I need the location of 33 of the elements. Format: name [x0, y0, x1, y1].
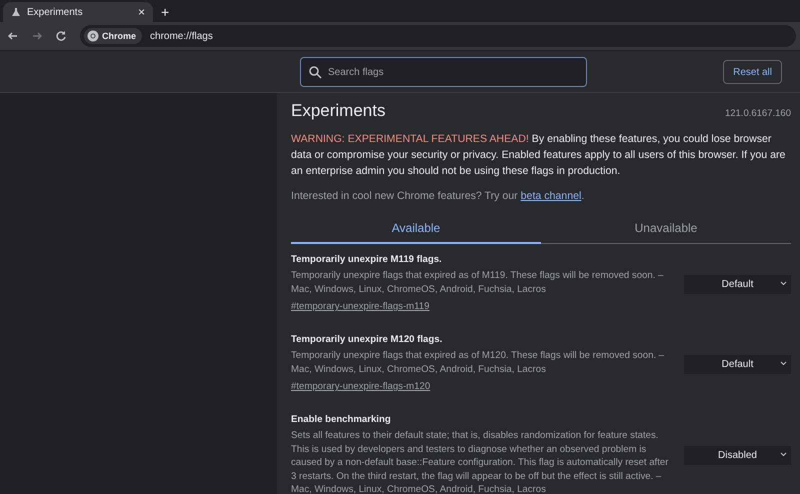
new-tab-button[interactable]: +: [161, 5, 170, 19]
flag-description: Sets all features to their default state; that is, disables randomization for feature states. This is used by developers and testers to diagnose whether an observed problem is caused by a non-default base::Feature configuration. This flag is automatically reset after 3 restarts. On the third restart, the flag will appear to be off but the effect is still active. – Mac, Windows, Linux, ChromeOS, Android, Fuchsia, Lacros: [291, 429, 670, 494]
flask-icon: [11, 7, 21, 17]
close-tab-button[interactable]: ×: [138, 6, 145, 18]
flag-name: Enable benchmarking: [291, 414, 392, 425]
url-text: chrome://flags: [150, 30, 213, 42]
page-title: Experiments: [291, 101, 386, 121]
flag-name: Temporarily unexpire M120 flags.: [291, 334, 444, 345]
chevron-down-icon: [780, 452, 787, 457]
flags-tab[interactable]: Available: [291, 215, 541, 244]
flag-link[interactable]: #temporary-unexpire-flags-m120: [291, 381, 430, 392]
site-chip[interactable]: Chrome: [84, 28, 142, 44]
tab-title: Experiments: [27, 6, 84, 18]
flag-link[interactable]: #temporary-unexpire-flags-m119: [291, 301, 430, 312]
search-field[interactable]: Search flags: [300, 57, 587, 87]
search-icon: [309, 66, 322, 79]
browser-tab[interactable]: Experiments ×: [3, 2, 153, 22]
flag-name: Temporarily unexpire M119 flags.: [291, 254, 443, 265]
chrome-logo-icon: [87, 30, 99, 42]
flag-dropdown[interactable]: Default: [684, 354, 791, 374]
flag-description: Temporarily unexpire flags that expired as of M120. These flags will be removed soon. – Mac, Windows, Linux, ChromeOS, Android, Fuchsia, Lacros: [291, 349, 666, 376]
reset-all-button[interactable]: Reset all: [723, 60, 782, 84]
flag-dropdown[interactable]: Default: [684, 274, 791, 294]
chevron-down-icon: [780, 360, 787, 366]
beta-channel-link[interactable]: beta channel: [520, 190, 582, 202]
chevron-down-icon: [780, 280, 787, 286]
flag-description: Temporarily unexpire flags that expired as of M119. These flags will be removed soon. – Mac, Windows, Linux, ChromeOS, Android, Fuchsia, Lacros: [291, 269, 664, 296]
flags-tab[interactable]: Unavailable: [541, 215, 791, 244]
version-text: 121.0.6167.160: [724, 108, 791, 119]
address-bar[interactable]: Chrome chrome://flags: [80, 25, 796, 47]
warning-paragraph: WARNING: EXPERIMENTAL FEATURES AHEAD! By enabling these features, you could lose browser data or compromise your security or privacy. Enabled features apply to all users of this browser. If you are an enterprise admin you should not be using these flags in production.: [291, 132, 786, 179]
intro-text: Interested in cool new Chrome features? Try our beta channel.: [291, 190, 586, 202]
flag-dropdown[interactable]: Disabled: [684, 446, 791, 465]
